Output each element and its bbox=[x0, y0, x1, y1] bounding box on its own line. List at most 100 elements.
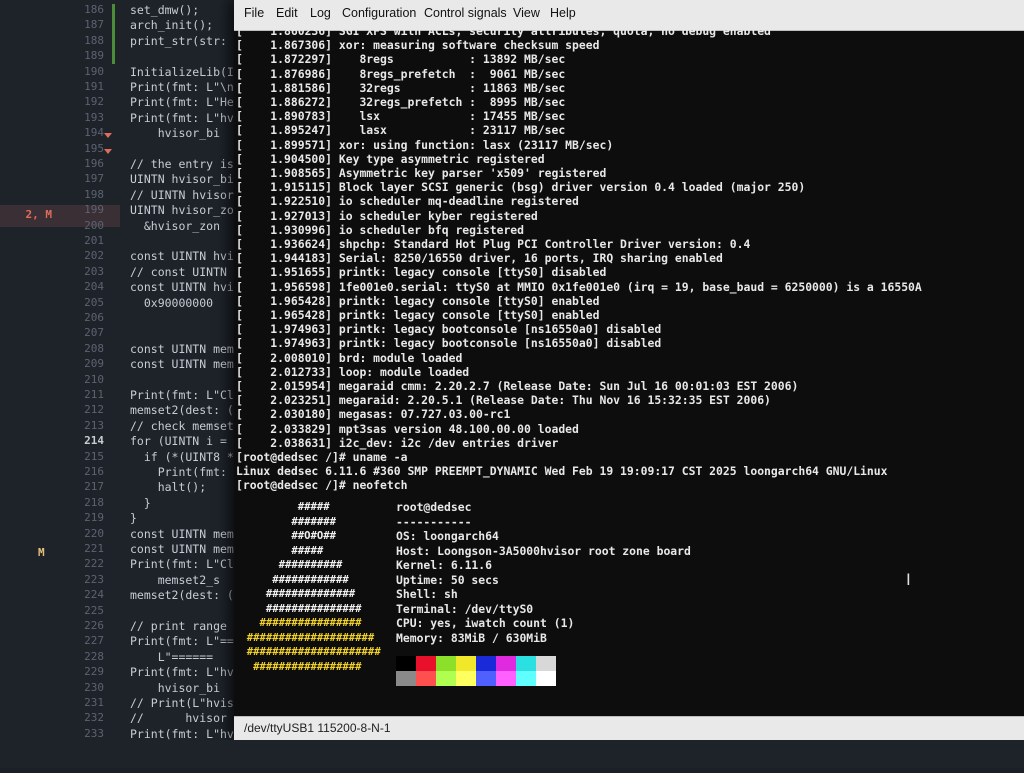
code-line: hvisor_bi bbox=[130, 126, 221, 141]
color-swatch bbox=[536, 671, 556, 686]
terminal-line: [ 1.860236] SGI XFS with ACLs, security … bbox=[236, 30, 771, 38]
code-line: } bbox=[130, 495, 151, 510]
menu-file[interactable]: File bbox=[244, 6, 264, 20]
logo-line: ####### bbox=[234, 515, 337, 528]
line-number: 205 bbox=[84, 295, 104, 309]
logo-line: ##### bbox=[234, 501, 330, 513]
line-number: 224 bbox=[84, 588, 104, 602]
neofetch-info-line: Kernel: 6.11.6 bbox=[396, 558, 493, 572]
neofetch-info-line: CPU: yes, iwatch count (1) bbox=[396, 616, 575, 630]
color-swatch bbox=[536, 656, 556, 671]
terminal-line: [ 1.927013] io scheduler kyber registere… bbox=[236, 208, 538, 223]
logo-line: ############## bbox=[234, 588, 356, 600]
terminal-line: [ 1.895247] lasx : 23117 MB/sec bbox=[236, 123, 566, 138]
color-swatch bbox=[396, 656, 416, 671]
terminal-line: [ 1.936624] shpchp: Standard Hot Plug PC… bbox=[236, 237, 751, 251]
editor-bottom-strip bbox=[0, 740, 1024, 768]
color-swatch bbox=[516, 671, 536, 686]
code-line: UINTN hvisor_bi bbox=[130, 172, 234, 187]
code-line: 0x90000000 bbox=[130, 295, 214, 310]
menu-log[interactable]: Log bbox=[310, 6, 331, 20]
menu-help[interactable]: Help bbox=[550, 6, 576, 20]
neofetch-info-line: ----------- bbox=[396, 514, 472, 529]
menu-control-signals[interactable]: Control signals bbox=[424, 6, 507, 20]
terminal-line: [ 1.965428] printk: legacy console [ttyS… bbox=[236, 293, 600, 308]
line-number: 201 bbox=[84, 234, 104, 247]
code-line: // UINTN hvisor bbox=[130, 187, 234, 202]
code-line: const UINTN hvi bbox=[130, 280, 234, 295]
scm-change-label: 2, M bbox=[25, 208, 53, 221]
color-swatch bbox=[416, 671, 436, 686]
status-text: /dev/ttyUSB1 115200-8-N-1 bbox=[244, 721, 391, 735]
scm-modified-badge: M bbox=[38, 546, 45, 559]
serial-terminal-window[interactable]: File Edit Log Configuration Control signals V… bbox=[234, 0, 1024, 741]
fold-caret-icon[interactable] bbox=[104, 133, 112, 138]
terminal-line: [ 1.915115] Block layer SCSI generic (bs… bbox=[236, 180, 806, 195]
color-swatch bbox=[396, 671, 416, 686]
logo-line: #################### bbox=[234, 631, 375, 644]
color-swatch bbox=[456, 671, 476, 686]
terminal-line: [ 1.974963] printk: legacy bootconsole [… bbox=[236, 336, 662, 351]
line-number: 215 bbox=[84, 449, 104, 463]
color-swatch bbox=[436, 671, 456, 686]
code-line: for (UINTN i = bbox=[130, 434, 227, 449]
code-line: memset2_s bbox=[130, 572, 221, 587]
code-line: // print range bbox=[130, 619, 227, 633]
code-line: arch_init(); bbox=[130, 18, 214, 33]
neofetch-info-line: Memory: 83MiB / 630MiB bbox=[396, 630, 547, 645]
line-number: 219 bbox=[84, 511, 104, 525]
line-number: 206 bbox=[84, 311, 104, 324]
git-change-bar bbox=[112, 4, 115, 64]
line-number: 222 bbox=[84, 557, 104, 571]
code-line: Print(fmt: L bbox=[130, 465, 241, 479]
code-line: const UINTN hvi bbox=[130, 249, 234, 264]
line-number: 217 bbox=[84, 480, 104, 494]
terminal-line: [ 1.872297] 8regs : 13892 MB/sec bbox=[236, 52, 566, 67]
neofetch-info-line: Shell: sh bbox=[396, 587, 458, 601]
code-line: // const UINTN bbox=[130, 264, 227, 279]
code-line: const UINTN mem bbox=[130, 542, 234, 556]
terminal-line: [ 1.922510] io scheduler mq-deadline reg… bbox=[236, 194, 579, 209]
logo-line: ################ bbox=[234, 617, 362, 629]
terminal-line: [ 1.890783] lsx : 17455 MB/sec bbox=[236, 109, 566, 124]
terminal-line: [ 2.012733] loop: module loaded bbox=[236, 364, 470, 379]
terminal-line: [ 1.899571] xor: using function: lasx (2… bbox=[236, 137, 614, 152]
code-line: UINTN hvisor_zo bbox=[130, 203, 234, 218]
code-line: // the entry is bbox=[130, 157, 234, 171]
menu-edit[interactable]: Edit bbox=[276, 6, 298, 20]
neofetch-info-line: Terminal: /dev/ttyS0 bbox=[396, 601, 534, 616]
terminal-line: [ 1.965428] printk: legacy console [ttyS… bbox=[236, 308, 600, 322]
logo-line: ##################### bbox=[234, 646, 381, 658]
logo-line: ############ bbox=[234, 573, 349, 586]
line-number: 211 bbox=[84, 388, 104, 401]
terminal-line: [ 1.904500] Key type asymmetric register… bbox=[236, 151, 545, 166]
code-line: const UINTN mem bbox=[130, 357, 234, 372]
code-line: if (*(UINT8 * bbox=[130, 449, 234, 464]
code-line: L"====== bbox=[130, 649, 214, 664]
terminal-line: [ 1.876986] 8regs_prefetch : 9061 MB/sec bbox=[236, 66, 566, 81]
terminal-line: [ 1.867306] xor: measuring software chec… bbox=[236, 38, 600, 53]
color-swatch bbox=[456, 656, 476, 671]
line-number: 231 bbox=[84, 696, 104, 709]
line-number-gutter: 186 187 188 189 190 191 192 193 194 195 196 197 198 1… bbox=[66, 0, 116, 771]
line-number: 195 bbox=[84, 141, 104, 155]
line-number: 207 bbox=[84, 326, 104, 340]
line-number: 227 bbox=[84, 634, 104, 648]
terminal-screen[interactable]: [ 1.860236] SGI XFS with ACLs, security … bbox=[234, 30, 1024, 716]
terminal-line: [ 2.030180] megasas: 07.727.03.00-rc1 bbox=[236, 407, 511, 422]
line-number: 220 bbox=[84, 526, 104, 540]
terminal-line: [ 1.886272] 32regs_prefetch : 8995 MB/se… bbox=[236, 95, 566, 109]
menu-configuration[interactable]: Configuration bbox=[342, 6, 416, 20]
logo-line: ############### bbox=[234, 602, 362, 615]
line-number: 230 bbox=[84, 680, 104, 694]
code-area[interactable]: set_dmw(); arch_init(); print_str(str: " In… bbox=[130, 0, 250, 768]
line-number: 188 bbox=[84, 33, 104, 47]
menu-view[interactable]: View bbox=[513, 6, 540, 20]
line-number: 193 bbox=[84, 110, 104, 124]
logo-line: ################# bbox=[234, 660, 362, 673]
line-number: 200 bbox=[84, 218, 104, 232]
fold-caret-icon[interactable] bbox=[104, 149, 112, 154]
terminal-line: [ 1.956598] 1fe001e0.serial: ttyS0 at MM… bbox=[236, 279, 922, 294]
terminal-line: [ 2.008010] brd: module loaded bbox=[236, 350, 463, 365]
terminal-line: [root@dedsec /]# neofetch bbox=[236, 478, 408, 493]
